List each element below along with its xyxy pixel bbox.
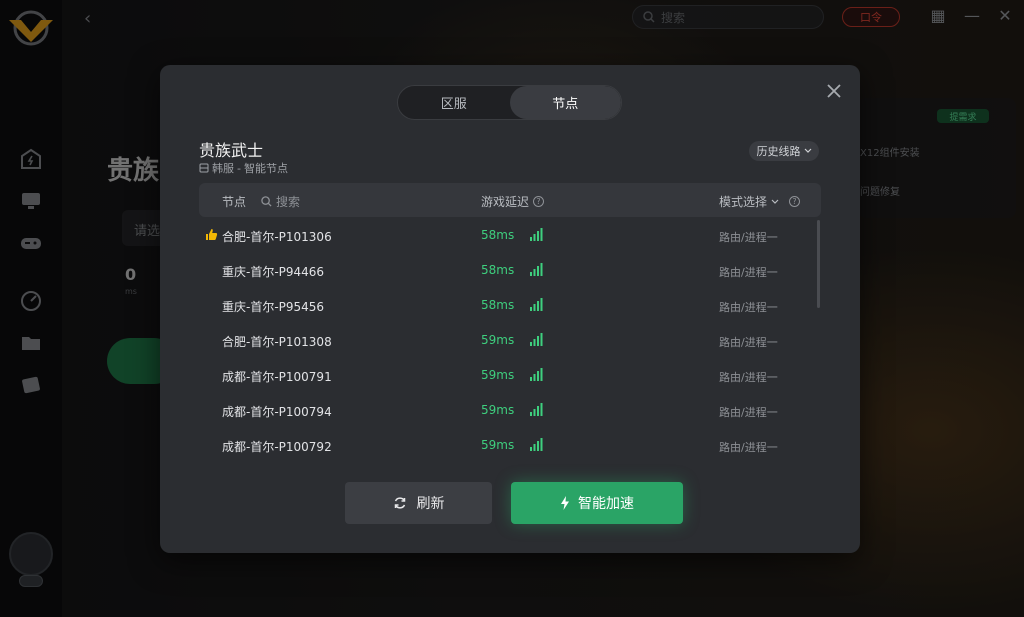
node-mode: 路由/进程一 <box>719 301 778 314</box>
column-mode-select[interactable]: 模式选择 ? <box>719 193 801 210</box>
smart-boost-button[interactable]: 智能加速 <box>511 482 683 524</box>
search-icon <box>261 196 272 207</box>
thumbs-up-icon <box>206 229 218 240</box>
node-latency: 59ms <box>481 403 515 417</box>
refresh-button-label: 刷新 <box>416 496 445 512</box>
signal-bars-icon <box>530 263 543 276</box>
column-mode-label: 模式选择 <box>719 195 768 209</box>
node-search-placeholder: 搜索 <box>276 195 301 209</box>
server-icon <box>199 163 209 173</box>
node-name: 合肥-首尔-P101308 <box>222 335 332 349</box>
node-name: 合肥-首尔-P101306 <box>222 230 332 244</box>
node-row[interactable]: 重庆-首尔-P94466 58ms 路由/进程一 <box>199 253 821 288</box>
signal-bars-icon <box>530 228 543 241</box>
node-mode: 路由/进程一 <box>719 231 778 244</box>
column-latency: 游戏延迟 ? <box>481 193 545 210</box>
refresh-icon <box>394 497 405 509</box>
node-row[interactable]: 成都-首尔-P100791 59ms 路由/进程一 <box>199 358 821 393</box>
region-label: 韩服 <box>212 162 234 175</box>
scrollbar[interactable] <box>817 220 820 308</box>
column-node: 节点 <box>222 195 247 209</box>
node-latency: 58ms <box>481 298 515 312</box>
node-row[interactable]: 成都-首尔-P100794 59ms 路由/进程一 <box>199 393 821 428</box>
node-latency: 59ms <box>481 368 515 382</box>
node-mode: 路由/进程一 <box>719 336 778 349</box>
node-type-label: 智能节点 <box>243 162 288 175</box>
node-select-modal: 区服 节点 贵族武士 韩服 - 智能节点 历史线路 节点 搜索 游戏延迟 ? 模… <box>160 65 860 553</box>
node-name: 成都-首尔-P100794 <box>222 405 332 419</box>
history-route-button[interactable]: 历史线路 <box>749 141 819 161</box>
lightning-icon <box>561 496 569 510</box>
refresh-button[interactable]: 刷新 <box>345 482 492 524</box>
close-icon[interactable] <box>826 83 842 99</box>
tab-server-region[interactable]: 区服 <box>398 86 510 119</box>
signal-bars-icon <box>530 403 543 416</box>
node-row[interactable]: 合肥-首尔-P101308 59ms 路由/进程一 <box>199 323 821 358</box>
smart-boost-label: 智能加速 <box>578 496 634 512</box>
signal-bars-icon <box>530 438 543 451</box>
node-row[interactable]: 合肥-首尔-P101306 58ms 路由/进程一 <box>199 218 821 253</box>
node-table-header: 节点 搜索 游戏延迟 ? 模式选择 ? <box>199 183 821 217</box>
chevron-down-icon <box>804 148 811 153</box>
tab-switcher: 区服 节点 <box>397 85 622 120</box>
node-mode: 路由/进程一 <box>719 266 778 279</box>
node-latency: 59ms <box>481 438 515 452</box>
signal-bars-icon <box>530 298 543 311</box>
node-name: 成都-首尔-P100791 <box>222 370 332 384</box>
node-mode: 路由/进程一 <box>719 406 778 419</box>
column-latency-label: 游戏延迟 <box>481 195 530 209</box>
node-subinfo: 韩服 - 智能节点 <box>199 160 288 176</box>
node-mode: 路由/进程一 <box>719 441 778 454</box>
chevron-down-icon <box>771 199 779 204</box>
node-mode: 路由/进程一 <box>719 371 778 384</box>
node-row[interactable]: 成都-首尔-P100792 59ms 路由/进程一 <box>199 428 821 463</box>
node-name: 重庆-首尔-P95456 <box>222 300 325 314</box>
node-search-input[interactable]: 搜索 <box>261 193 300 210</box>
help-icon[interactable]: ? <box>789 196 801 207</box>
node-list: 合肥-首尔-P101306 58ms 路由/进程一 重庆-首尔-P94466 5… <box>199 218 821 463</box>
signal-bars-icon <box>530 368 543 381</box>
history-route-label: 历史线路 <box>756 145 801 158</box>
node-row[interactable]: 重庆-首尔-P95456 58ms 路由/进程一 <box>199 288 821 323</box>
tab-node[interactable]: 节点 <box>509 86 621 119</box>
subinfo-separator: - <box>237 161 241 175</box>
node-latency: 58ms <box>481 263 515 277</box>
node-latency: 59ms <box>481 333 515 347</box>
game-title: 贵族武士 <box>199 141 264 160</box>
node-name: 成都-首尔-P100792 <box>222 440 332 454</box>
signal-bars-icon <box>530 333 543 346</box>
node-name: 重庆-首尔-P94466 <box>222 265 325 279</box>
node-latency: 58ms <box>481 228 515 242</box>
help-icon[interactable]: ? <box>533 196 545 207</box>
